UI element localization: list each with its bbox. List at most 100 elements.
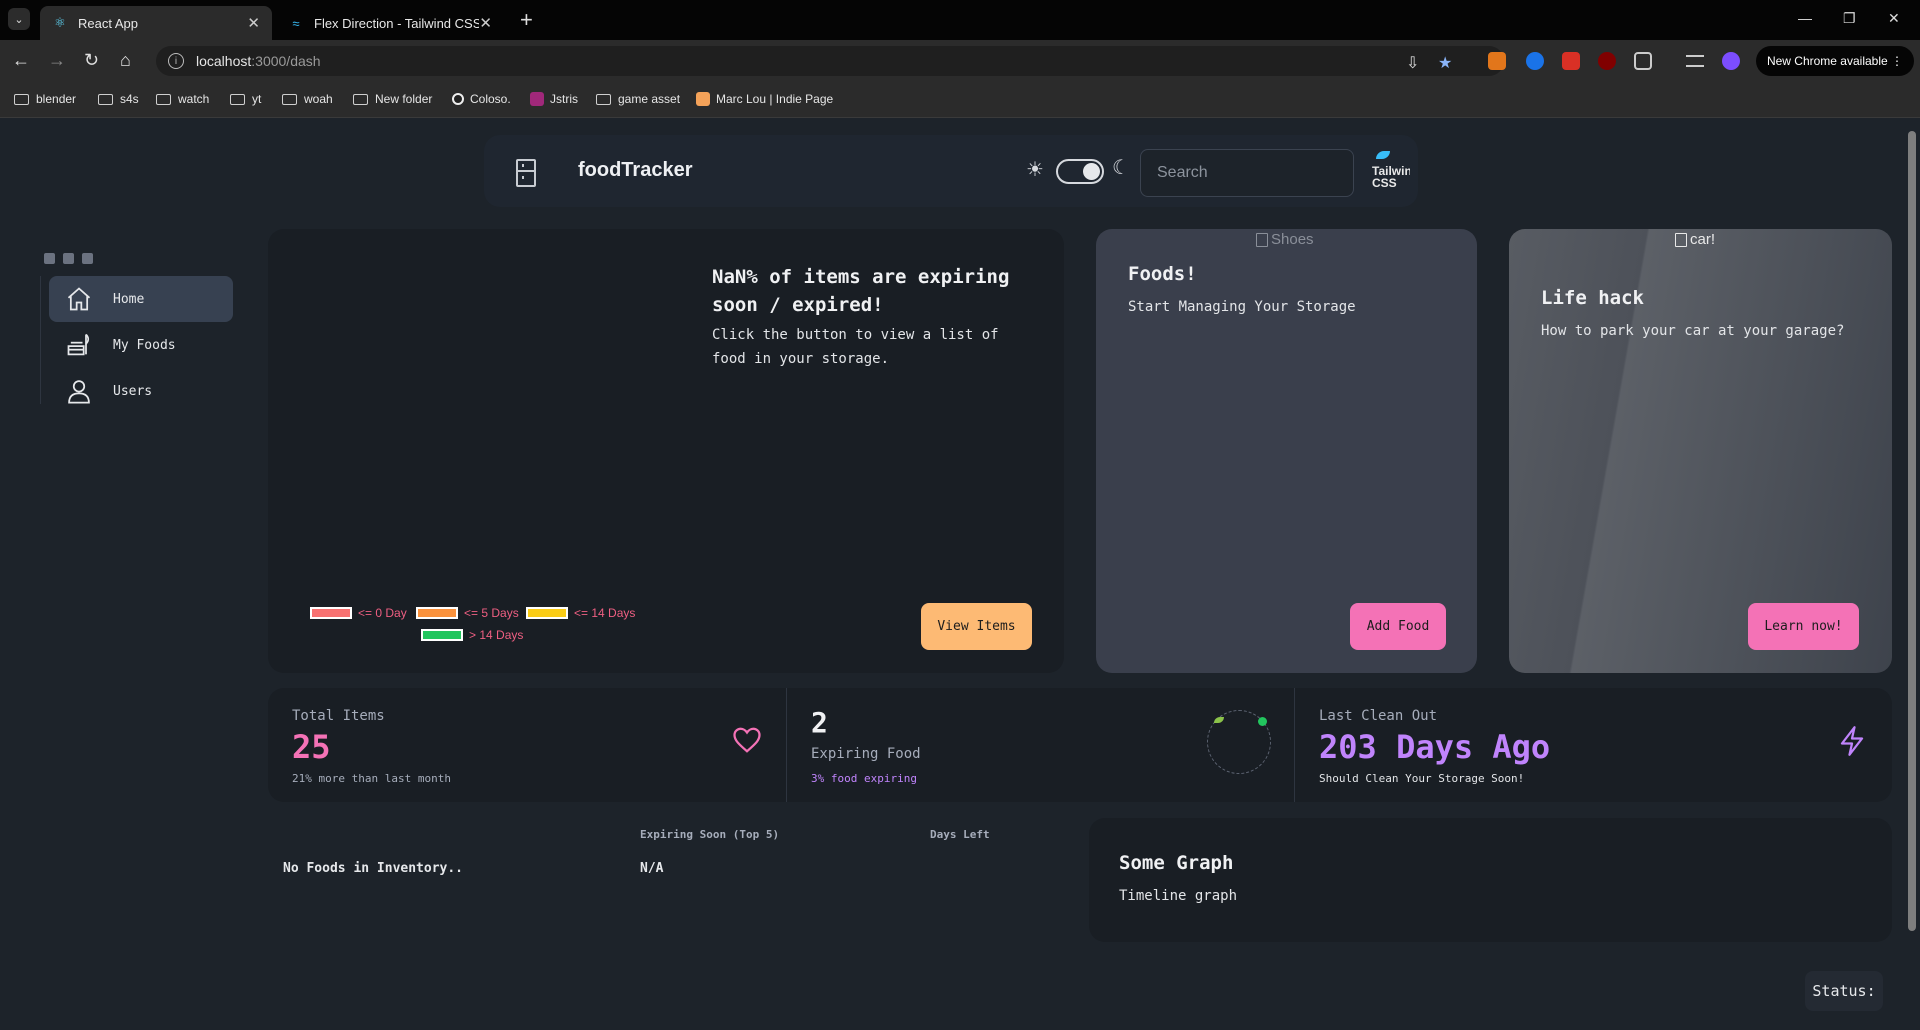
- restore-icon[interactable]: ❐: [1843, 10, 1856, 27]
- coloso-icon: [452, 93, 464, 105]
- bookmark-woah[interactable]: woah: [282, 92, 333, 106]
- new-chrome-available-button[interactable]: New Chrome available ⋮: [1756, 46, 1914, 76]
- stat-value: 25: [292, 728, 331, 766]
- expiring-summary-card: NaN% of items are expiring soon / expire…: [268, 229, 1064, 673]
- foods-card: Shoes Foods! Start Managing Your Storage…: [1096, 229, 1477, 673]
- expiring-description: Click the button to view a list of food …: [712, 327, 999, 367]
- extension-icon[interactable]: [1562, 52, 1580, 70]
- ublock-extension-icon[interactable]: [1598, 52, 1616, 70]
- table-header: Days Left: [930, 828, 990, 841]
- legend-item: > 14 Days: [421, 628, 523, 642]
- bookmark-game-asset[interactable]: game asset: [596, 92, 680, 106]
- legend-item: <= 0 Day: [310, 606, 407, 620]
- close-tab-icon[interactable]: ✕: [247, 14, 260, 32]
- heart-icon: [733, 727, 761, 753]
- home-icon: [65, 285, 93, 313]
- food-icon: [65, 331, 93, 359]
- metamask-extension-icon[interactable]: [1488, 52, 1506, 70]
- close-window-icon[interactable]: ✕: [1888, 10, 1900, 27]
- sidebar-item-label: Home: [113, 291, 145, 307]
- reload-icon[interactable]: ↻: [84, 50, 99, 71]
- stats-bar: Total Items 25 21% more than last month …: [268, 688, 1892, 802]
- lifehack-card-text: How to park your car at your garage?: [1541, 323, 1845, 339]
- window-dots: [44, 253, 93, 264]
- bookmark-jstris[interactable]: Jstris: [530, 92, 578, 106]
- expiring-table: Expiring Soon (Top 5) Days Left No Foods…: [268, 819, 1058, 939]
- graph-card-title: Some Graph: [1119, 852, 1234, 874]
- view-items-button[interactable]: View Items: [921, 603, 1032, 650]
- folder-icon: [156, 93, 171, 105]
- new-tab-button[interactable]: +: [520, 9, 533, 31]
- sidebar-item-label: Users: [113, 383, 153, 399]
- scrollbar-thumb[interactable]: [1908, 131, 1916, 931]
- bookmark-star-icon[interactable]: ★: [1438, 53, 1452, 73]
- profile-avatar-icon[interactable]: [1722, 52, 1740, 70]
- brand-title[interactable]: foodTracker: [578, 159, 692, 182]
- leaf-icon: [1214, 717, 1224, 723]
- avatar[interactable]: Tailwind CSS: [1366, 149, 1410, 193]
- broken-image-icon: [1675, 232, 1687, 247]
- sun-icon: ☀: [1026, 159, 1044, 181]
- home-browser-icon[interactable]: ⌂: [120, 50, 131, 71]
- bookmark-yt[interactable]: yt: [230, 92, 261, 106]
- extensions-puzzle-icon[interactable]: [1634, 52, 1652, 70]
- page-scrollbar[interactable]: [1904, 119, 1920, 1030]
- stat-title: Total Items: [292, 708, 385, 724]
- search-input[interactable]: [1140, 149, 1354, 197]
- sidebar-item-users[interactable]: Users: [49, 368, 233, 414]
- page: foodTracker ☀ ☾ Tailwind CSS Home My Foo…: [0, 119, 1904, 1030]
- browser-toolbar: ← → ↻ ⌂ i localhost:3000/dash ⇩ ★ New Ch…: [0, 40, 1920, 82]
- media-control-icon[interactable]: [1686, 55, 1704, 67]
- bookmark-coloso[interactable]: Coloso.: [452, 92, 511, 106]
- stat-value: 203 Days Ago: [1319, 728, 1551, 766]
- learn-now-button[interactable]: Learn now!: [1748, 603, 1859, 650]
- table-header: Expiring Soon (Top 5): [640, 828, 780, 841]
- bookmark-blender[interactable]: blender: [14, 92, 76, 106]
- react-icon: ⚛: [54, 15, 66, 30]
- stat-total-items: Total Items 25 21% more than last month: [268, 688, 786, 802]
- install-app-icon[interactable]: ⇩: [1406, 53, 1419, 73]
- avatar: [1207, 710, 1271, 774]
- toggle-knob: [1083, 163, 1100, 180]
- folder-icon: [353, 93, 368, 105]
- stat-desc: Should Clean Your Storage Soon!: [1319, 772, 1525, 785]
- sidebar-item-label: My Foods: [113, 337, 176, 353]
- forward-icon[interactable]: →: [48, 50, 66, 71]
- stat-desc: 21% more than last month: [292, 772, 451, 785]
- back-icon[interactable]: ←: [12, 50, 30, 71]
- folder-icon: [14, 93, 29, 105]
- address-bar[interactable]: i localhost:3000/dash ⇩ ★: [156, 46, 1504, 76]
- legend-item: <= 14 Days: [526, 606, 635, 620]
- tab-tailwind[interactable]: ≈ Flex Direction - Tailwind CSS ✕: [276, 6, 504, 40]
- bookmark-label: s4s: [120, 92, 139, 106]
- tab-react-app[interactable]: ⚛ React App ✕: [40, 6, 272, 40]
- sidebar-item-home[interactable]: Home: [49, 276, 233, 322]
- extension-icon[interactable]: [1526, 52, 1544, 70]
- lightning-icon: [1840, 726, 1864, 756]
- close-tab-icon[interactable]: ✕: [479, 14, 492, 32]
- broken-image: Shoes: [1256, 231, 1314, 248]
- bookmark-new-folder[interactable]: New folder: [353, 92, 432, 106]
- table-cell: No Foods in Inventory..: [283, 861, 464, 876]
- bookmark-watch[interactable]: watch: [156, 92, 209, 106]
- minimize-icon[interactable]: —: [1798, 10, 1812, 26]
- stat-title: Last Clean Out: [1319, 708, 1438, 724]
- jstris-icon: [530, 92, 544, 106]
- stat-expiring-food: 2 Expiring Food 3% food expiring: [786, 688, 1294, 802]
- tab-search-button[interactable]: ⌄: [8, 8, 30, 30]
- expiring-headline: NaN% of items are expiring soon / expire…: [712, 266, 1010, 316]
- bookmark-s4s[interactable]: s4s: [98, 92, 139, 106]
- top-navbar: foodTracker ☀ ☾ Tailwind CSS: [484, 135, 1418, 207]
- status-badge: Status:: [1805, 971, 1883, 1011]
- site-info-icon[interactable]: i: [168, 53, 184, 69]
- add-food-button[interactable]: Add Food: [1350, 603, 1446, 650]
- foods-card-title: Foods!: [1128, 263, 1197, 285]
- theme-toggle[interactable]: [1056, 159, 1104, 184]
- bookmark-label: Marc Lou | Indie Page: [716, 92, 834, 106]
- new-chrome-label: New Chrome available: [1766, 54, 1888, 68]
- sidebar-item-my-foods[interactable]: My Foods: [49, 322, 233, 368]
- bookmark-marc-lou[interactable]: Marc Lou | Indie Page: [696, 92, 833, 106]
- online-status-icon: [1258, 717, 1267, 726]
- marc-lou-icon: [696, 92, 710, 106]
- bookmark-label: blender: [36, 92, 77, 106]
